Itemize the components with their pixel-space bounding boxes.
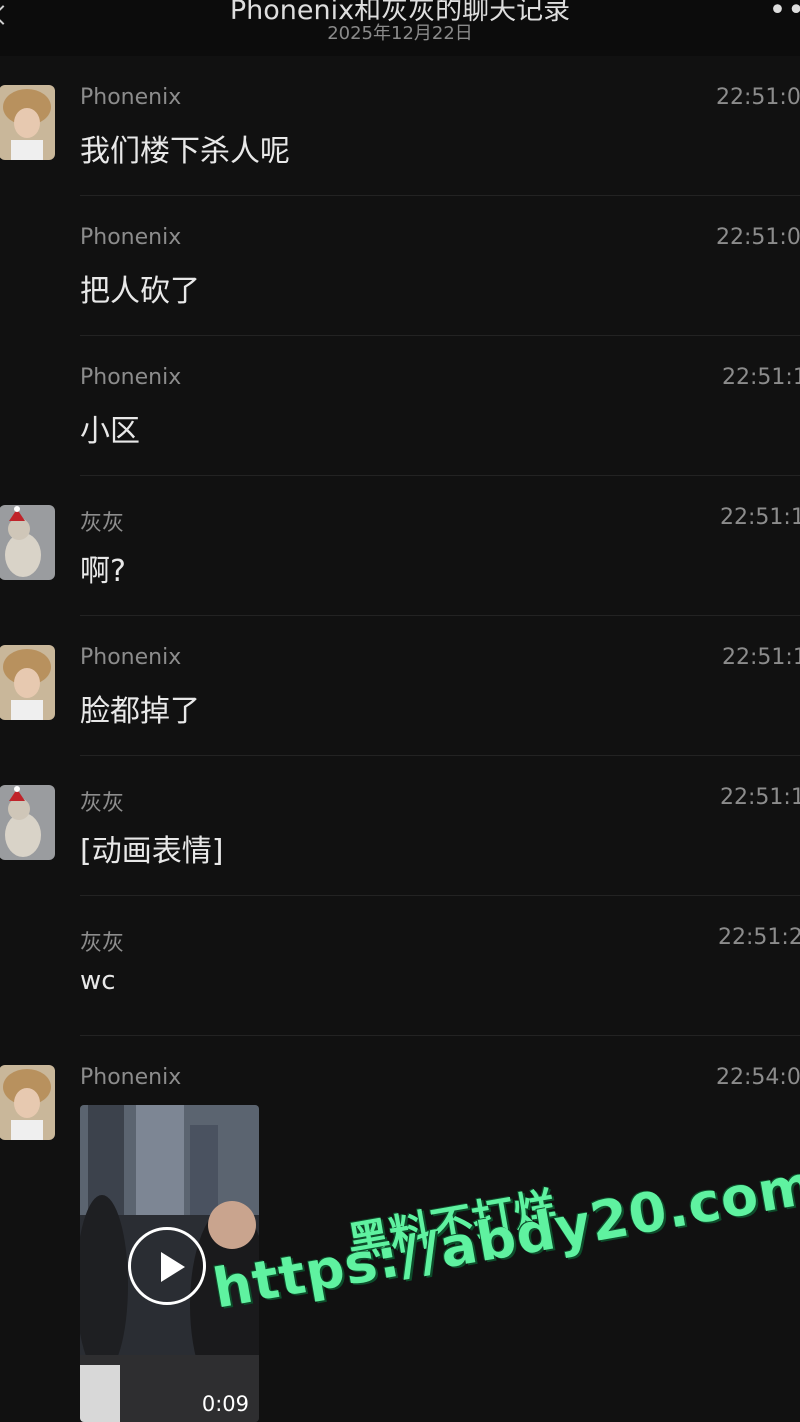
message-text[interactable]: 把人砍了 [80,266,200,310]
message-text[interactable]: [动画表情] [80,826,223,870]
message-text[interactable]: 脸都掉了 [80,686,200,730]
message-time: 22:54:0 [716,1065,800,1090]
chat-date: 2025年12月22日 [327,23,473,44]
message-text[interactable]: 我们楼下杀人呢 [80,126,290,170]
sender-name: Phonenix [80,1065,182,1090]
avatar-phonenix-image [0,1065,55,1140]
avatar-phonenix[interactable] [0,85,55,160]
message-row[interactable]: 灰灰 22:51:2 wc [0,896,800,1036]
sender-name: 灰灰 [80,931,125,956]
message-time: 22:51:1 [720,505,800,530]
message-text[interactable]: wc [80,966,116,996]
sender-name: Phonenix [80,225,182,250]
chat-history-header: Phonenix和灰灰的聊天记录 2025年12月22日 •• [0,0,800,56]
avatar-huihui[interactable] [0,785,55,860]
avatar-phonenix-image [0,85,55,160]
message-time: 22:51:0 [716,225,800,250]
avatar-phonenix[interactable] [0,1065,55,1140]
message-row[interactable]: Phonenix 22:51:0 把人砍了 [0,196,800,336]
sender-name: Phonenix [80,365,182,390]
message-text[interactable]: 啊? [80,546,126,590]
message-time: 22:51:1 [722,645,800,670]
message-text[interactable]: 小区 [80,406,140,450]
play-icon[interactable] [128,1227,206,1305]
message-row[interactable]: 灰灰 22:51:1 [动画表情] [0,756,800,896]
more-options-icon[interactable]: •• [769,0,800,26]
video-duration: 0:09 [201,1392,249,1416]
avatar-phonenix[interactable] [0,645,55,720]
sender-name: 灰灰 [80,511,125,536]
avatar-huihui-image [0,505,55,580]
message-row[interactable]: Phonenix 22:51:0 我们楼下杀人呢 [0,56,800,196]
message-time: 22:51:2 [718,925,800,950]
message-time: 22:51:1 [720,785,800,810]
avatar-huihui[interactable] [0,505,55,580]
message-time: 22:51:1 [722,365,800,390]
message-time: 22:51:0 [716,85,800,110]
sender-name: 灰灰 [80,791,125,816]
sender-name: Phonenix [80,85,182,110]
message-row[interactable]: 灰灰 22:51:1 啊? [0,476,800,616]
avatar-huihui-image [0,785,55,860]
sender-name: Phonenix [80,645,182,670]
message-row[interactable]: Phonenix 22:51:1 小区 [0,336,800,476]
message-row[interactable]: Phonenix 22:51:1 脸都掉了 [0,616,800,756]
avatar-phonenix-image [0,645,55,720]
